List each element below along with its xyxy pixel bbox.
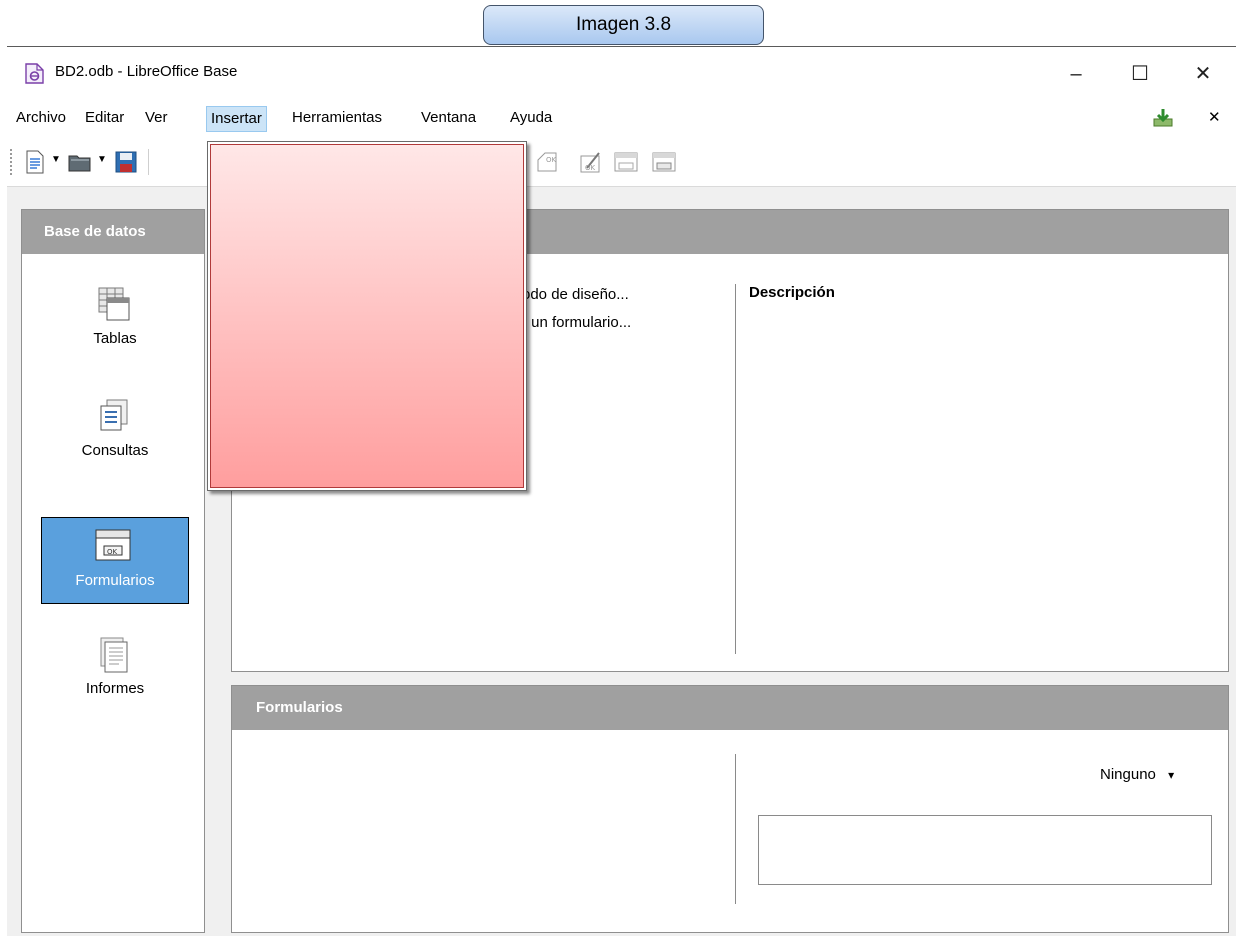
toolbar-grip[interactable]	[10, 149, 13, 175]
new-dropdown-icon[interactable]: ▼	[51, 154, 61, 165]
nav-label-tablas: Tablas	[93, 330, 137, 347]
menu-editar[interactable]: Editar	[81, 106, 128, 132]
query-icon	[100, 399, 128, 431]
menu-insertar[interactable]: Insertar	[206, 106, 267, 132]
menu-herramientas[interactable]: Herramientas	[288, 106, 386, 132]
preview-mode-select[interactable]: Ninguno ▾	[1100, 766, 1174, 783]
form-icon: OK	[95, 529, 131, 561]
svg-text:OK: OK	[107, 548, 118, 556]
nav-label-informes: Informes	[85, 680, 145, 697]
close-button[interactable]: ✕	[1180, 57, 1226, 91]
update-download-icon[interactable]	[1152, 108, 1174, 128]
menu-ayuda[interactable]: Ayuda	[506, 106, 556, 132]
libreoffice-base-icon	[25, 63, 44, 84]
minimize-button[interactable]: –	[1053, 57, 1099, 91]
task-create-design-mode[interactable]: odo de diseño...	[522, 286, 629, 303]
preview-mode-value: Ninguno	[1100, 766, 1156, 783]
nav-item-formularios[interactable]: OK Formularios	[41, 517, 189, 604]
figure-caption: Imagen 3.8	[483, 5, 764, 45]
libreoffice-window: BD2.odb - LibreOffice Base – ☐ ✕ Archivo…	[7, 46, 1236, 936]
menu-ventana[interactable]: Ventana	[417, 106, 480, 132]
report-icon	[100, 637, 128, 673]
nav-label-formularios: Formularios	[75, 572, 155, 589]
save-icon[interactable]	[114, 150, 138, 174]
nav-item-informes[interactable]: Informes	[41, 626, 189, 713]
form-edit-icon[interactable]	[652, 150, 676, 174]
open-dropdown-icon[interactable]: ▼	[97, 154, 107, 165]
forms-panel-header: Formularios	[232, 686, 1228, 730]
menu-ver[interactable]: Ver	[141, 106, 172, 132]
database-panel-header: Base de datos	[22, 210, 204, 254]
nav-item-consultas[interactable]: Consultas	[41, 388, 189, 475]
open-folder-icon[interactable]	[68, 150, 92, 174]
forms-divider	[735, 754, 736, 904]
form-open-icon[interactable]	[614, 150, 638, 174]
tasks-divider	[735, 284, 736, 654]
standard-toolbar: ▼ ▼ OK OK	[7, 137, 1236, 187]
maximize-button[interactable]: ☐	[1117, 57, 1163, 91]
svg-text:OK: OK	[546, 156, 557, 164]
description-title: Descripción	[749, 284, 835, 301]
database-panel: Base de datos Tablas Consultas OK Formul…	[21, 209, 205, 933]
table-icon	[98, 287, 130, 321]
close-document-icon[interactable]: ✕	[1204, 106, 1225, 132]
task-form-wizard[interactable]: r un formulario...	[522, 314, 631, 331]
menu-bar: Archivo Editar Ver Insertar Herramientas…	[7, 99, 1236, 137]
toolbar-separator	[148, 149, 149, 175]
chevron-down-icon: ▾	[1168, 768, 1175, 782]
new-document-icon[interactable]	[24, 150, 46, 174]
window-title: BD2.odb - LibreOffice Base	[55, 63, 238, 80]
form-wizard-icon[interactable]: OK	[579, 150, 603, 174]
svg-text:OK: OK	[585, 164, 596, 172]
forms-panel: Formularios Ninguno ▾	[231, 685, 1229, 933]
nav-label-consultas: Consultas	[81, 442, 149, 459]
form-design-icon[interactable]: OK	[535, 150, 559, 174]
menu-archivo[interactable]: Archivo	[12, 106, 70, 132]
preview-box	[758, 815, 1212, 885]
insertar-dropdown-menu	[207, 141, 527, 491]
title-bar: BD2.odb - LibreOffice Base – ☐ ✕	[7, 47, 1236, 99]
nav-item-tablas[interactable]: Tablas	[41, 276, 189, 363]
redaction-overlay	[210, 144, 524, 488]
